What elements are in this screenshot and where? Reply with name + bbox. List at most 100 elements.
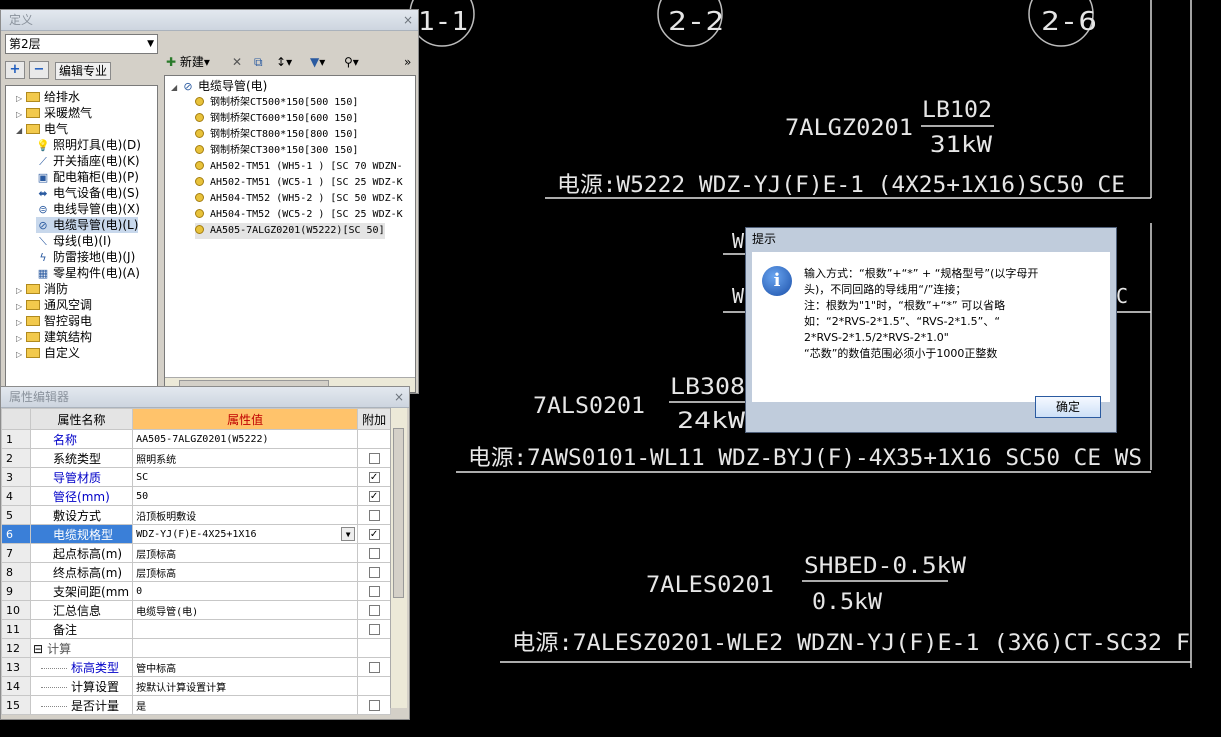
scrollbar-thumb[interactable]	[393, 428, 404, 598]
vertical-scrollbar[interactable]	[390, 408, 407, 708]
expand-icon[interactable]: ▷	[16, 347, 26, 363]
tree-item[interactable]: ▣ 配电箱柜(电)(P)	[36, 169, 139, 185]
property-row[interactable]: 13 标高类型 管中标高	[0, 657, 391, 677]
property-name: 汇总信息	[30, 600, 134, 620]
tree-item[interactable]: ⊜ 电线导管(电)(X)	[36, 201, 140, 217]
property-row[interactable]: 15 是否计量 是	[0, 695, 391, 715]
extra-checkbox[interactable]: ✓	[368, 491, 380, 502]
property-value[interactable]: WDZ-YJ(F)E-4X25+1X16 ▼	[132, 524, 359, 544]
copy-icon[interactable]: ⧉	[254, 53, 263, 71]
close-icon[interactable]: ×	[394, 387, 404, 407]
extra-checkbox[interactable]	[368, 586, 380, 597]
property-value-text: 按默认计算设置计算	[136, 682, 227, 694]
property-value[interactable]	[132, 619, 359, 639]
component-type-icon: ϟ	[39, 251, 47, 264]
property-row[interactable]: 9 支架间距(mm 0	[0, 581, 391, 601]
extra-checkbox[interactable]: ✓	[368, 529, 380, 540]
component-item[interactable]: AH502-TM51 (WC5-1 ) [SC 25 WDZ-K	[195, 175, 403, 191]
property-row[interactable]: 2 系统类型 照明系统	[0, 448, 391, 468]
edit-profession-button[interactable]: 编辑专业	[55, 62, 111, 80]
delete-icon[interactable]: ✕	[232, 53, 242, 71]
collapse-icon[interactable]: ◢	[171, 80, 181, 96]
component-item[interactable]: AA505-7ALGZ0201(W5222)[SC 50]	[195, 223, 385, 239]
tree-item[interactable]: ◢ 电气	[16, 121, 68, 137]
property-row[interactable]: 10 汇总信息 电缆导管(电)	[0, 600, 391, 620]
tree-item[interactable]: ▷ 给排水	[16, 89, 80, 105]
property-value[interactable]: 电缆导管(电)	[132, 600, 359, 620]
extra-checkbox[interactable]	[368, 700, 380, 711]
chevron-down-icon[interactable]: ▼	[147, 35, 154, 53]
property-row[interactable]: 6 电缆规格型 WDZ-YJ(F)E-4X25+1X16 ▼ ✓	[0, 524, 391, 544]
more-icon[interactable]: »	[404, 53, 411, 71]
floor-select[interactable]: 第2层 ▼	[5, 34, 158, 54]
chevron-down-icon[interactable]: ▼	[341, 527, 356, 541]
tree-item[interactable]: ▷ 智控弱电	[16, 313, 92, 329]
tree-item-label: 电气	[44, 122, 69, 136]
component-item[interactable]: AH502-TM51 (WH5-1 ) [SC 70 WDZN-	[195, 159, 403, 175]
property-row[interactable]: 8 终点标高(m) 层顶标高	[0, 562, 391, 582]
property-row[interactable]: 3 导管材质 SC ✓	[0, 467, 391, 487]
property-value[interactable]	[132, 638, 359, 658]
property-value[interactable]: 0	[132, 581, 359, 601]
tree-item[interactable]: ▷ 消防	[16, 281, 68, 297]
extra-checkbox[interactable]	[368, 510, 380, 521]
extra-checkbox[interactable]	[368, 605, 380, 616]
property-row[interactable]: 5 敷设方式 沿顶板明敷设	[0, 505, 391, 525]
component-item[interactable]: AH504-TM52 (WH5-2 ) [SC 50 WDZ-K	[195, 191, 403, 207]
component-item[interactable]: 钢制桥架CT600*150[600 150]	[195, 111, 358, 127]
collapse-all-button[interactable]: −	[29, 61, 49, 79]
extra-checkbox[interactable]	[368, 567, 380, 578]
tree-item[interactable]: ▷ 采暖燃气	[16, 105, 92, 121]
property-value[interactable]: AA505-7ALGZ0201(W5222)	[132, 429, 359, 449]
definition-titlebar[interactable]: 定义 ×	[1, 10, 418, 31]
tree-item[interactable]: ⟋ 开关插座(电)(K)	[36, 153, 139, 169]
extra-checkbox[interactable]	[368, 624, 380, 635]
property-value[interactable]: 按默认计算设置计算	[132, 676, 359, 696]
property-row[interactable]: 7 起点标高(m) 层顶标高	[0, 543, 391, 563]
property-value[interactable]: SC	[132, 467, 359, 487]
extra-checkbox[interactable]	[368, 548, 380, 559]
row-number: 7	[0, 543, 32, 563]
tree-item[interactable]: ▷ 建筑结构	[16, 329, 92, 345]
property-row[interactable]: 14 计算设置 按默认计算设置计算	[0, 676, 391, 696]
dialog-title[interactable]: 提示	[746, 228, 1116, 250]
tree-item[interactable]: ▦ 零星构件(电)(A)	[36, 265, 140, 281]
property-value[interactable]: 管中标高	[132, 657, 359, 677]
property-row[interactable]: 1 名称 AA505-7ALGZ0201(W5222)	[0, 429, 391, 449]
component-item[interactable]: 钢制桥架CT800*150[800 150]	[195, 127, 358, 143]
component-item[interactable]: 钢制桥架CT500*150[500 150]	[195, 95, 358, 111]
collapse-icon[interactable]: ◢	[16, 123, 26, 139]
extra-checkbox[interactable]	[368, 662, 380, 673]
filter-button[interactable]: ▼▾	[310, 53, 325, 71]
tree-item[interactable]: 💡 照明灯具(电)(D)	[36, 137, 141, 153]
property-value[interactable]: 沿顶板明敷设	[132, 505, 359, 525]
property-value[interactable]: 照明系统	[132, 448, 359, 468]
tree-item[interactable]: ϟ 防雷接地(电)(J)	[36, 249, 135, 265]
ok-button[interactable]: 确定	[1035, 396, 1101, 418]
property-value[interactable]: 50	[132, 486, 359, 506]
collapse-icon[interactable]: ⊟	[33, 642, 43, 656]
component-root[interactable]: ◢ ⊘ 电缆导管(电)	[171, 78, 267, 94]
property-row[interactable]: 11 备注	[0, 619, 391, 639]
property-value[interactable]: 是	[132, 695, 359, 715]
tree-item[interactable]: ⊘ 电缆导管(电)(L)	[36, 217, 139, 233]
property-titlebar[interactable]: 属性编辑器 ×	[1, 387, 409, 408]
extra-checkbox[interactable]: ✓	[368, 472, 380, 483]
find-button[interactable]: ⚲▾	[344, 53, 359, 71]
property-row[interactable]: 12 ⊟ 计算	[0, 638, 391, 658]
extra-checkbox[interactable]	[368, 453, 380, 464]
sort-button[interactable]: ↕▾	[276, 53, 292, 71]
tree-item[interactable]: ▷ 通风空调	[16, 297, 92, 313]
tree-item[interactable]: ▷ 自定义	[16, 345, 80, 361]
component-item[interactable]: AH504-TM52 (WC5-2 ) [SC 25 WDZ-K	[195, 207, 403, 223]
new-button[interactable]: ✚ 新建▾	[166, 53, 210, 71]
property-row[interactable]: 4 管径(mm) 50 ✓	[0, 486, 391, 506]
property-value[interactable]: 层顶标高	[132, 562, 359, 582]
property-name: 备注	[30, 619, 134, 639]
close-icon[interactable]: ×	[403, 10, 413, 30]
expand-all-button[interactable]: +	[5, 61, 25, 79]
component-item[interactable]: 钢制桥架CT300*150[300 150]	[195, 143, 358, 159]
property-value[interactable]: 层顶标高	[132, 543, 359, 563]
tree-item[interactable]: ⬌ 电气设备(电)(S)	[36, 185, 139, 201]
tree-item[interactable]: ⟍ 母线(电)(I)	[36, 233, 111, 249]
